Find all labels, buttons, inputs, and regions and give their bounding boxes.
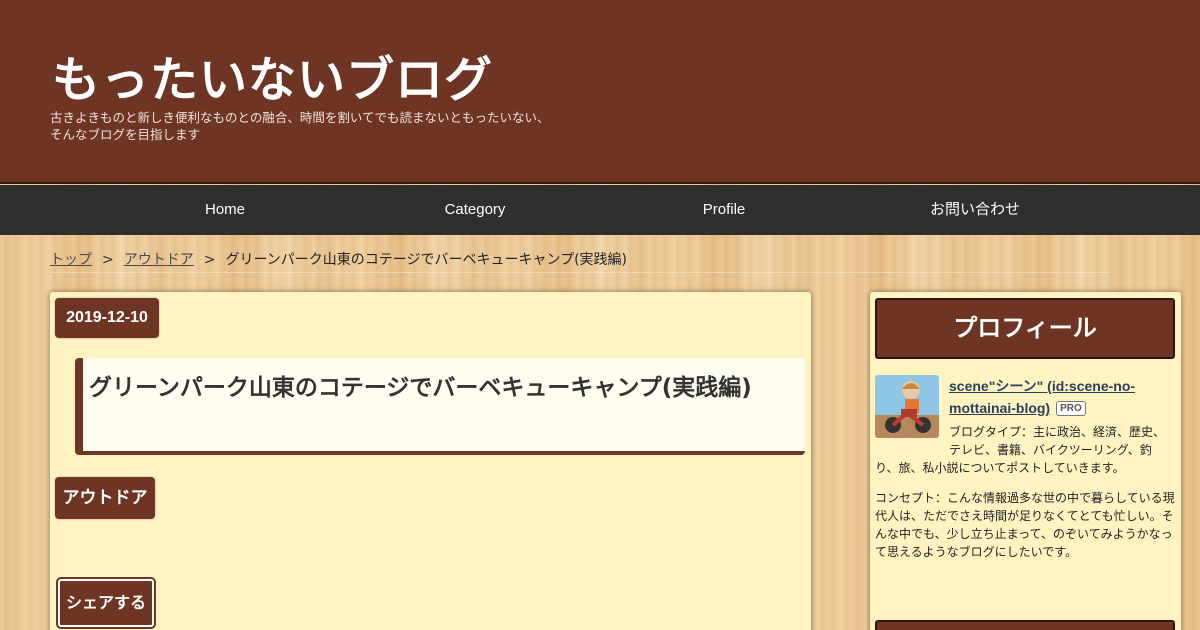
profile-blog-type: ブログタイプ：主に政治、経済、歴史、テレビ、書籍、バイクツーリング、釣り、旅、私… <box>875 423 1175 477</box>
breadcrumb-current: グリーンパーク山東のコテージでバーベキューキャンプ(実践編) <box>225 252 627 268</box>
global-nav: Home Category Profile お問い合わせ <box>0 185 1200 235</box>
site-header: もったいないブログ 古きよきものと新しき便利なものとの融合、時間を割いてでも読ま… <box>0 0 1200 184</box>
profile-name-link[interactable]: scene"シーン" (id:scene-no-mottainai-blog) <box>949 378 1135 416</box>
site-description: 古きよきものと新しき便利なものとの融合、時間を割いてでも読まないともったいない、… <box>50 110 550 142</box>
profile-concept: コンセプト：こんな情報過多な世の中で暮らしている現代人は、ただでさえ時間が足りな… <box>875 491 1175 559</box>
breadcrumb: トップ > アウトドア > グリーンパーク山東のコテージでバーベキューキャンプ(実践編) <box>50 249 627 269</box>
next-module-title <box>875 620 1175 630</box>
nav-item-category[interactable]: Category <box>375 185 575 235</box>
sidebar-profile-module: プロフィール scene"シーン" (id:scene-no-mottainai… <box>870 292 1181 630</box>
nav-item-contact[interactable]: お問い合わせ <box>875 185 1075 235</box>
nav-item-home[interactable]: Home <box>125 185 325 235</box>
profile-module-title: プロフィール <box>875 298 1175 359</box>
article-card: 2019-12-10 グリーンパーク山東のコテージでバーベキューキャンプ(実践編… <box>50 292 811 630</box>
article-title-box: グリーンパーク山東のコテージでバーベキューキャンプ(実践編) <box>75 358 805 455</box>
breadcrumb-top-link[interactable]: トップ <box>50 252 92 268</box>
breadcrumb-separator: > <box>203 252 216 268</box>
article-title[interactable]: グリーンパーク山東のコテージでバーベキューキャンプ(実践編) <box>89 368 793 408</box>
article-date[interactable]: 2019-12-10 <box>55 298 159 338</box>
pro-badge: PRO <box>1056 401 1086 416</box>
profile-name: scene"シーン" (id:scene-no-mottainai-blog) P… <box>949 375 1174 419</box>
breadcrumb-separator: > <box>102 252 114 268</box>
breadcrumb-category-link[interactable]: アウトドア <box>124 252 194 268</box>
site-title[interactable]: もったいないブログ <box>52 40 493 110</box>
article-category-link[interactable]: アウトドア <box>55 477 155 519</box>
share-button[interactable]: シェアする <box>56 577 156 629</box>
divider <box>50 272 1110 273</box>
nav-item-profile[interactable]: Profile <box>624 185 824 235</box>
